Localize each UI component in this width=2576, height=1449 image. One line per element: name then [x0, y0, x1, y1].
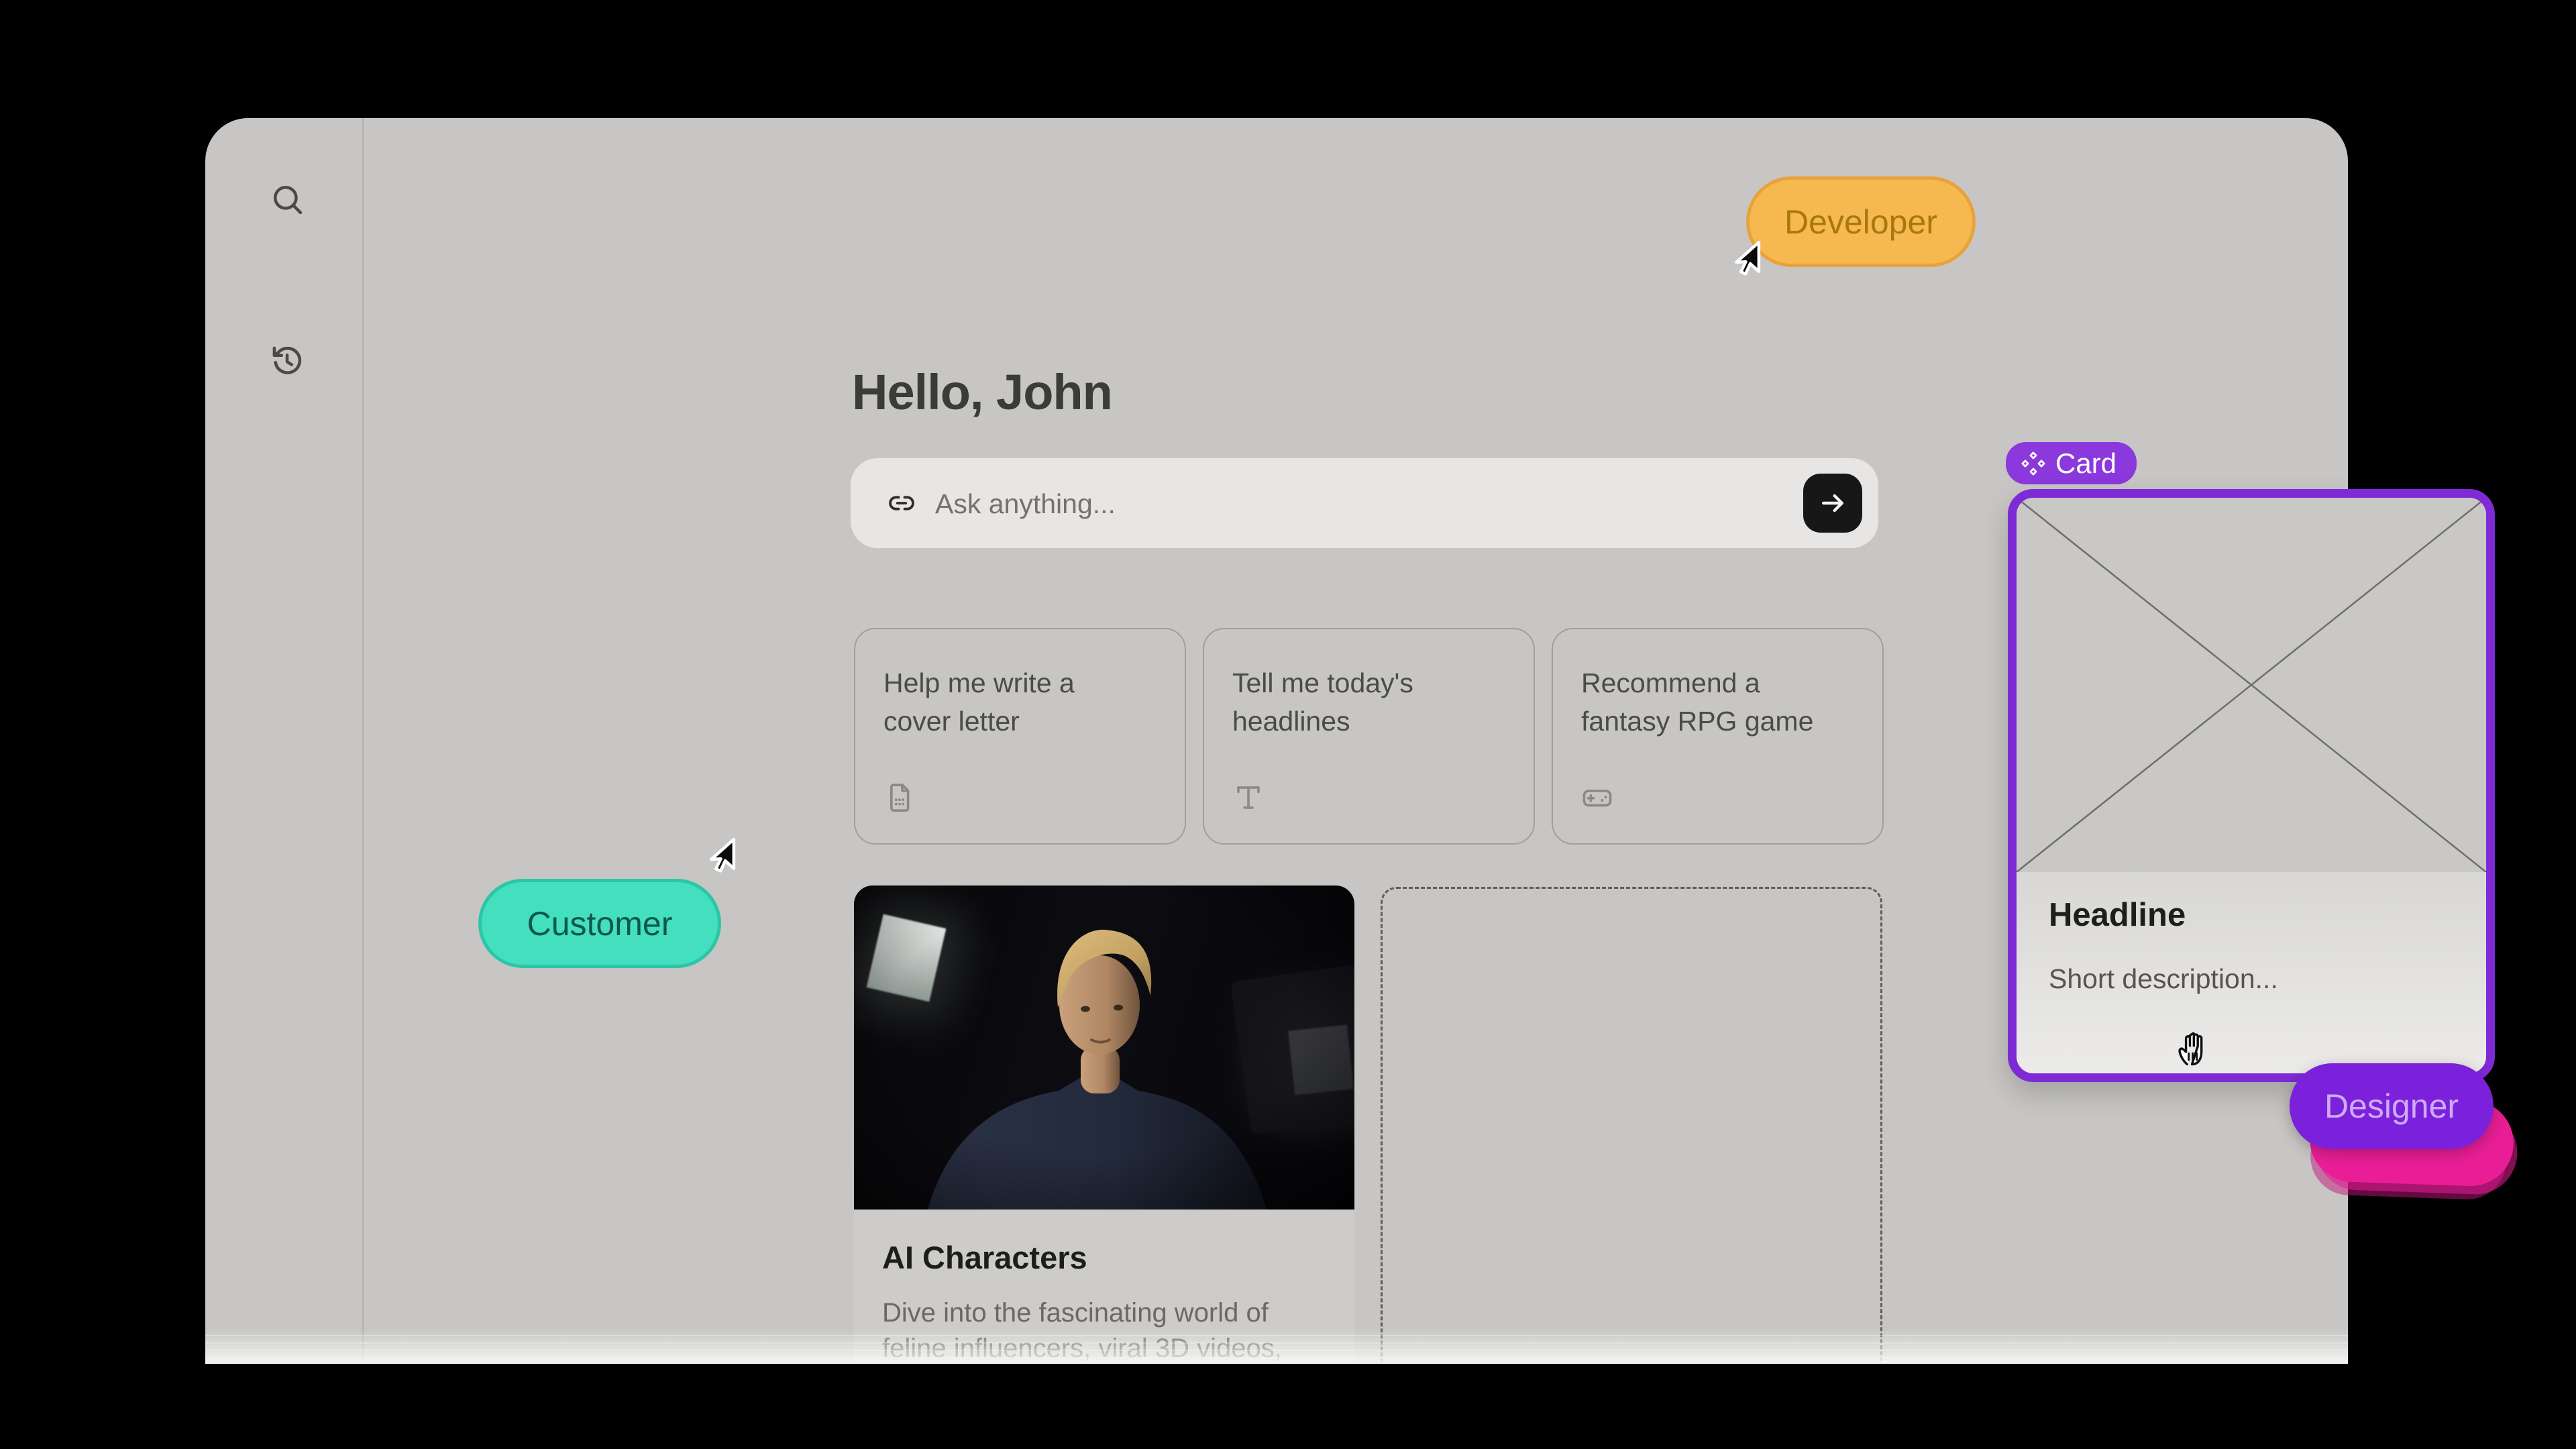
- component-card-body: Headline Short description...: [2017, 872, 2486, 1073]
- developer-cursor-icon: [1720, 240, 1762, 278]
- content-card-image: [854, 885, 1354, 1210]
- drop-placeholder[interactable]: [1381, 887, 1882, 1364]
- history-icon[interactable]: [270, 343, 305, 378]
- text-icon: [1232, 782, 1265, 814]
- suggestion-label: Help me write a cover letter: [883, 664, 1145, 741]
- component-headline: Headline: [2049, 896, 2186, 934]
- gamepad-icon: [1581, 782, 1613, 814]
- suggestion-card-cover-letter[interactable]: Help me write a cover letter: [854, 628, 1186, 845]
- collaborator-label: Developer: [1784, 203, 1937, 241]
- ask-input[interactable]: [934, 458, 1768, 549]
- suggestion-card-headlines[interactable]: Tell me today's headlines: [1203, 628, 1535, 845]
- component-badge-label: Card: [2055, 447, 2116, 480]
- customer-cursor-icon: [695, 837, 737, 875]
- suggestion-card-rpg-game[interactable]: Recommend a fantasy RPG game: [1552, 628, 1884, 845]
- component-description: Short description...: [2049, 963, 2278, 995]
- ask-anything-bar: [851, 458, 1878, 548]
- content-card-title: AI Characters: [882, 1239, 1087, 1276]
- component-icon: [2021, 451, 2046, 476]
- collaborator-pill-customer: Customer: [478, 879, 721, 968]
- submit-button[interactable]: [1803, 474, 1862, 533]
- collaborator-label: Designer: [2324, 1087, 2459, 1126]
- collaborator-label: Customer: [527, 904, 673, 943]
- content-card-ai-characters[interactable]: AI Characters Dive into the fascinating …: [854, 885, 1354, 1364]
- collaborator-pill-designer: Designer: [2290, 1063, 2493, 1149]
- suggestion-label: Tell me today's headlines: [1232, 664, 1494, 741]
- document-icon: [883, 782, 916, 814]
- page-title: Hello, John: [852, 364, 1112, 421]
- component-card[interactable]: Headline Short description...: [2008, 489, 2495, 1082]
- suggestion-label: Recommend a fantasy RPG game: [1581, 664, 1843, 741]
- grab-hand-cursor-icon: [2176, 1025, 2211, 1068]
- window-bottom-fade: [205, 1329, 2348, 1364]
- sidebar-divider: [362, 118, 364, 1364]
- arrow-right-icon: [1818, 488, 1847, 518]
- component-badge: Card: [2006, 442, 2137, 484]
- image-placeholder: [2017, 498, 2486, 872]
- link-icon: [888, 490, 915, 517]
- search-icon[interactable]: [270, 182, 305, 217]
- collaborator-pill-developer: Developer: [1746, 176, 1976, 267]
